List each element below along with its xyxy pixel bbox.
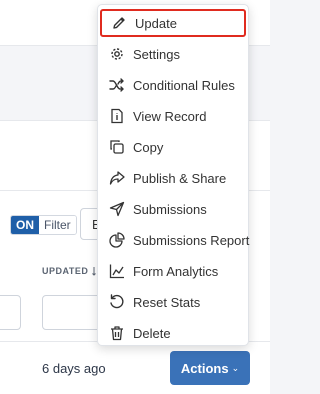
- menu-item-settings[interactable]: Settings: [98, 40, 250, 68]
- menu-item-publish-share[interactable]: Publish & Share: [98, 164, 250, 192]
- menu-item-label: Copy: [133, 139, 164, 155]
- gear-icon: [109, 46, 125, 62]
- menu-item-reset-stats[interactable]: Reset Stats: [98, 288, 250, 316]
- pencil-icon: [111, 15, 127, 31]
- menu-item-form-analytics[interactable]: Form Analytics: [98, 257, 250, 285]
- menu-item-submissions-report[interactable]: Submissions Report: [98, 226, 250, 254]
- menu-item-label: Submissions Report: [133, 232, 250, 248]
- actions-button[interactable]: Actions ⌄: [170, 351, 250, 385]
- menu-item-label: Delete: [133, 325, 171, 341]
- document-icon: [109, 108, 125, 124]
- filter-toggle[interactable]: ON Filter: [10, 215, 77, 235]
- updated-column-label: UPDATED: [42, 266, 89, 276]
- toggle-on-label: ON: [11, 216, 39, 234]
- menu-item-submissions[interactable]: Submissions: [98, 195, 250, 223]
- menu-item-label: Publish & Share: [133, 170, 227, 186]
- menu-item-copy[interactable]: Copy: [98, 133, 250, 161]
- menu-item-conditional-rules[interactable]: Conditional Rules: [98, 71, 250, 99]
- share-icon: [109, 170, 125, 186]
- bar-chart-icon: [109, 263, 125, 279]
- updated-column-header[interactable]: UPDATED: [42, 266, 102, 276]
- row-updated-value: 6 days ago: [42, 361, 106, 376]
- actions-dropdown-menu: Update Settings Conditional Rules View R…: [97, 4, 249, 346]
- trash-icon: [109, 325, 125, 341]
- chevron-down-icon: ⌄: [231, 362, 240, 373]
- menu-item-update[interactable]: Update: [100, 9, 246, 37]
- table-input[interactable]: [0, 295, 21, 330]
- menu-item-view-record[interactable]: View Record: [98, 102, 250, 130]
- menu-item-label: Reset Stats: [133, 294, 201, 310]
- actions-button-label: Actions: [180, 360, 229, 376]
- reset-icon: [109, 294, 125, 310]
- paper-plane-icon: [109, 201, 125, 217]
- menu-item-label: Update: [135, 15, 177, 31]
- menu-item-delete[interactable]: Delete: [98, 319, 250, 347]
- menu-item-label: Conditional Rules: [133, 77, 235, 93]
- shuffle-icon: [109, 77, 125, 93]
- menu-item-label: Submissions: [133, 201, 207, 217]
- pie-chart-icon: [109, 232, 125, 248]
- menu-item-label: View Record: [133, 108, 207, 124]
- table-input[interactable]: [42, 295, 102, 330]
- toggle-filter-label: Filter: [39, 216, 76, 234]
- copy-icon: [109, 139, 125, 155]
- menu-item-label: Form Analytics: [133, 263, 219, 279]
- menu-item-label: Settings: [133, 46, 180, 62]
